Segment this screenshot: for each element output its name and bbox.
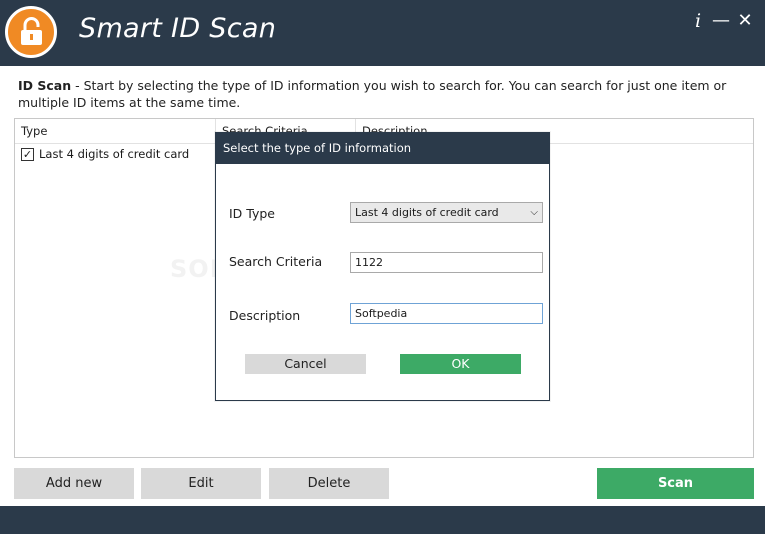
column-header-type[interactable]: Type	[15, 119, 216, 144]
lock-icon	[5, 6, 57, 58]
app-title: Smart ID Scan	[79, 13, 277, 44]
description-label: Description	[229, 308, 301, 323]
search-criteria-label: Search Criteria	[229, 254, 323, 269]
row-checkbox[interactable]: ✓	[21, 148, 34, 161]
delete-button[interactable]: Delete	[269, 468, 389, 499]
chevron-down-icon: ⌵	[530, 207, 538, 218]
info-button[interactable]: i	[688, 10, 708, 32]
id-type-value: Last 4 digits of credit card	[355, 206, 499, 219]
title-bar: Smart ID Scan i — ✕	[0, 0, 765, 66]
close-button[interactable]: ✕	[735, 10, 755, 32]
cancel-button[interactable]: Cancel	[245, 354, 366, 374]
intro-description: - Start by selecting the type of ID info…	[18, 78, 727, 110]
bottom-strip	[0, 506, 765, 534]
minimize-button[interactable]: —	[711, 10, 731, 32]
description-input[interactable]: Softpedia	[350, 303, 543, 324]
add-new-button[interactable]: Add new	[14, 468, 134, 499]
scan-button[interactable]: Scan	[597, 468, 754, 499]
intro-text: ID Scan - Start by selecting the type of…	[18, 77, 753, 111]
edit-button[interactable]: Edit	[141, 468, 261, 499]
row-type: Last 4 digits of credit card	[39, 147, 190, 161]
dialog-title: Select the type of ID information	[216, 133, 549, 164]
id-type-label: ID Type	[229, 206, 275, 221]
id-type-select[interactable]: Last 4 digits of credit card ⌵	[350, 202, 543, 223]
search-criteria-input[interactable]: 1122	[350, 252, 543, 273]
intro-heading: ID Scan	[18, 78, 72, 93]
id-type-dialog: Select the type of ID information ID Typ…	[215, 132, 550, 401]
ok-button[interactable]: OK	[400, 354, 521, 374]
